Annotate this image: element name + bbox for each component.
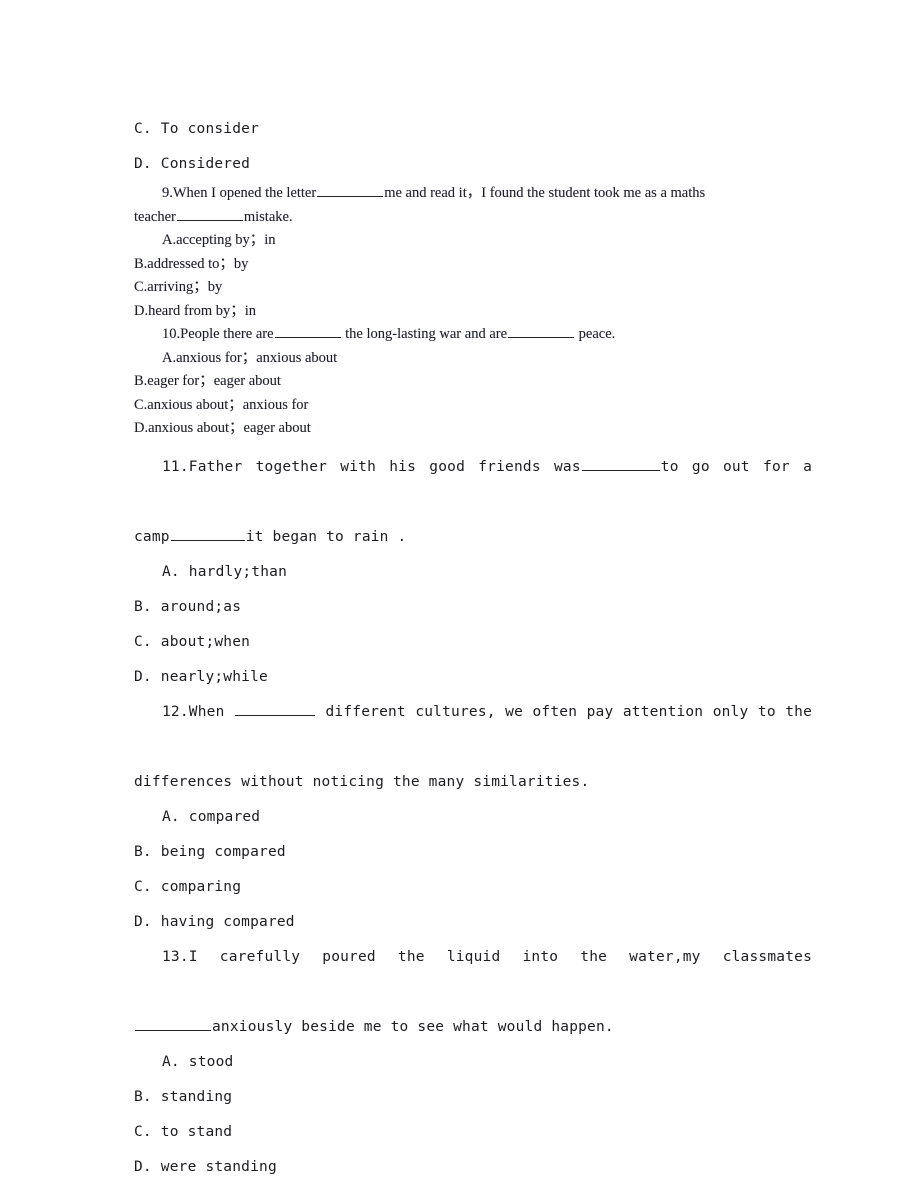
question-10-block: 10.People there are the long-lasting war… <box>134 323 812 441</box>
question-10-option-d: D.anxious about；eager about <box>134 420 311 436</box>
question-13-option-d: D. were standing <box>134 1158 277 1175</box>
question-10-stem-part-3: peace. <box>578 326 616 342</box>
question-9-blank-1 <box>317 183 384 197</box>
question-12-stem: 12.When different cultures, we often pay… <box>134 695 812 765</box>
question-9-stem-part-3: teacher <box>134 208 176 225</box>
question-9-block: 9.When I opened the letter me and read it… <box>134 182 812 323</box>
leftover-options-group: C. To consider D. Considered <box>134 112 812 182</box>
question-12-stem-line-1: 12.When different cultures, we often pay… <box>134 695 812 765</box>
question-12-stem-part-1: 12.When <box>162 703 225 720</box>
question-10-stem: 10.People there are the long-lasting war… <box>134 323 812 347</box>
document-page: C. To consider D. Considered 9.When I op… <box>0 0 920 1192</box>
question-11-option-d: D. nearly;while <box>134 668 268 685</box>
question-10-stem-part-1: 10.People there are <box>162 326 274 342</box>
question-11-stem-line-2: camp it began to rain . <box>134 520 812 555</box>
question-11-stem-part-2: to go out for a <box>660 458 812 475</box>
question-13-option-a: A. stood <box>162 1053 234 1070</box>
question-11-option-c: C. about;when <box>134 633 251 650</box>
question-13-stem-line-2: anxiously beside me to see what would ha… <box>134 1010 812 1045</box>
leftover-option-d: D. Considered <box>134 156 251 172</box>
question-10-stem-part-2: the long-lasting war and are <box>345 326 508 342</box>
question-9-stem-line-2: teacher mistake. <box>134 206 812 230</box>
question-13-blank-1 <box>135 1016 211 1031</box>
question-12-stem-part-3: differences without noticing the many si… <box>134 773 590 790</box>
question-12-option-d: D. having compared <box>134 913 295 930</box>
question-9-blank-2 <box>176 206 243 221</box>
question-11-block: 11.Father together with his good friends… <box>134 450 812 695</box>
question-11-stem-part-1: 11.Father together with his good friends… <box>162 458 581 475</box>
question-11-blank-1 <box>581 456 660 471</box>
question-9-stem-part-1: 9.When I opened the letter <box>162 185 317 201</box>
question-9-option-c: C.arriving；by <box>134 279 223 295</box>
question-11-option-a: A. hardly;than <box>162 563 288 580</box>
leftover-option-c: C. To consider <box>134 121 260 137</box>
question-12-option-c: C. comparing <box>134 878 242 895</box>
question-13-option-c: C. to stand <box>134 1123 233 1140</box>
question-10-blank-2 <box>508 324 575 338</box>
question-10-option-b: B.eager for；eager about <box>134 373 281 389</box>
spacer-after-q10 <box>134 441 812 450</box>
question-9-stem-part-2: me and read it，I found the student took … <box>384 185 706 201</box>
question-12-blank-1 <box>235 701 315 716</box>
question-13-block: 13.I carefully poured the liquid into th… <box>134 940 812 1185</box>
question-13-option-b: B. standing <box>134 1088 233 1105</box>
question-10-option-a: A.anxious for；anxious about <box>162 349 338 366</box>
question-10-option-c: C.anxious about；anxious for <box>134 396 309 413</box>
question-12-option-a: A. compared <box>162 808 261 825</box>
question-13-stem-part-1: 13.I carefully poured the liquid into th… <box>162 948 812 965</box>
question-12-block: 12.When different cultures, we often pay… <box>134 695 812 940</box>
question-9-stem-part-4: mistake. <box>243 208 293 225</box>
question-12-option-b: B. being compared <box>134 843 286 860</box>
question-11-stem-part-3: camp <box>134 528 170 545</box>
question-13-stem-part-2: anxiously beside me to see what would ha… <box>212 1018 614 1035</box>
question-11-stem: 11.Father together with his good friends… <box>134 450 812 520</box>
question-11-stem-part-4: it began to rain . <box>245 528 407 545</box>
question-9-option-d: D.heard from by；in <box>134 302 257 319</box>
question-9-option-b: B.addressed to；by <box>134 255 249 272</box>
question-11-stem-line-1: 11.Father together with his good friends… <box>134 450 812 520</box>
question-12-stem-line-2: differences without noticing the many si… <box>134 765 812 800</box>
question-11-option-b: B. around;as <box>134 598 242 615</box>
question-9-stem: 9.When I opened the letter me and read it… <box>134 182 812 206</box>
document-content: C. To consider D. Considered 9.When I op… <box>134 112 812 1185</box>
question-9-option-a: A.accepting by；in <box>162 232 276 248</box>
question-12-stem-part-2: different cultures, we often pay attenti… <box>325 703 813 720</box>
question-10-blank-1 <box>274 324 341 338</box>
question-13-stem: 13.I carefully poured the liquid into th… <box>134 940 812 1010</box>
question-13-stem-line-1: 13.I carefully poured the liquid into th… <box>134 940 812 1010</box>
question-11-blank-2 <box>170 526 245 541</box>
